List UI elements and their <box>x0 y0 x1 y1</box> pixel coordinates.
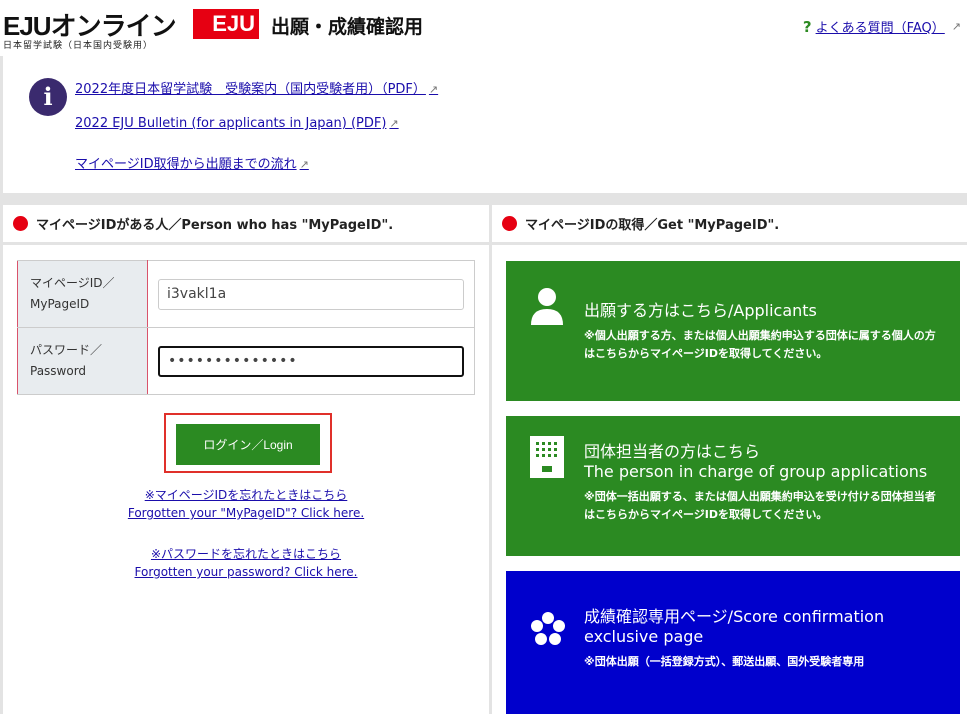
external-link-icon: ↗ <box>952 20 961 33</box>
red-dot-icon <box>502 216 517 231</box>
forgot-pw-link-wrap: ※パスワードを忘れたときはこちら Forgotten your password?… <box>3 545 489 581</box>
login-highlight: ログイン／Login <box>164 413 332 473</box>
forgot-password-link[interactable]: ※パスワードを忘れたときはこちら <box>151 547 341 561</box>
logo-subtitle: 日本留学試験（日本国内受験用） <box>3 38 153 51</box>
group-title-ja: 団体担当者の方はこちら <box>584 442 760 462</box>
mypageid-input[interactable]: i3vakl1a <box>158 279 464 310</box>
eju-logo[interactable]: EJUオンライン EJU 日本留学試験（日本国内受験用） <box>3 6 258 48</box>
person-icon <box>530 287 564 327</box>
guide-pdf-link[interactable]: 2022年度日本留学試験 受験案内（国内受験者用）（PDF）↗ <box>75 78 438 97</box>
get-id-heading: マイページIDの取得／Get "MyPageID". <box>492 205 967 245</box>
score-card[interactable]: 成績確認専用ページ/Score confirmation exclusive p… <box>506 571 960 714</box>
password-label: パスワード／Password <box>18 328 148 395</box>
faq-link-wrap: ? よくある質問（FAQ） ↗ <box>803 17 961 36</box>
score-title: 成績確認専用ページ/Score confirmation exclusive p… <box>584 607 914 647</box>
info-icon: i <box>29 78 67 116</box>
login-heading: マイページIDがある人／Person who has "MyPageID". <box>3 205 489 245</box>
logo-badge: EJU <box>193 9 259 39</box>
forgot-password-link-en[interactable]: Forgotten your password? Click here. <box>135 565 358 579</box>
group-card[interactable]: 団体担当者の方はこちら The person in charge of grou… <box>506 416 960 556</box>
group-note: ※団体一括出願する、または個人出願集約申込を受け付ける団体担当者はこちらからマイ… <box>584 488 944 524</box>
flow-link[interactable]: マイページID取得から出願までの流れ↗ <box>75 153 309 172</box>
header: EJUオンライン EJU 日本留学試験（日本国内受験用） 出願・成績確認用 ? … <box>0 0 967 56</box>
red-dot-icon <box>13 216 28 231</box>
login-panel: マイページIDがある人／Person who has "MyPageID". マ… <box>3 205 489 714</box>
faq-link[interactable]: よくある質問（FAQ） <box>816 17 945 36</box>
info-box: i 2022年度日本留学試験 受験案内（国内受験者用）（PDF）↗ 2022 E… <box>3 56 967 193</box>
group-title-en: The person in charge of group applicatio… <box>584 462 927 482</box>
applicants-note: ※個人出願する方、または個人出願集約申込する団体に属する個人の方はこちらからマイ… <box>584 327 944 363</box>
id-label: マイページID／MyPageID <box>18 261 148 328</box>
password-input[interactable]: •••••••••••••• <box>158 346 464 377</box>
get-id-panel: マイページIDの取得／Get "MyPageID". 出願する方はこちら/App… <box>492 205 967 714</box>
score-note: ※団体出願（一括登録方式）、郵送出願、国外受験者専用 <box>584 653 944 671</box>
bulletin-pdf-link[interactable]: 2022 EJU Bulletin (for applicants in Jap… <box>75 116 399 131</box>
login-form: マイページID／MyPageID i3vakl1a パスワード／Password… <box>17 260 475 395</box>
forgot-id-link[interactable]: ※マイページIDを忘れたときはこちら <box>145 488 348 502</box>
page-title: 出願・成績確認用 <box>271 12 423 39</box>
sakura-icon <box>530 611 566 647</box>
applicants-title: 出願する方はこちら/Applicants <box>584 301 817 321</box>
building-icon <box>530 436 564 478</box>
login-button[interactable]: ログイン／Login <box>176 424 320 465</box>
forgot-id-link-wrap: ※マイページIDを忘れたときはこちら Forgotten your "MyPage… <box>3 486 489 522</box>
question-icon: ? <box>803 18 812 36</box>
forgot-id-link-en[interactable]: Forgotten your "MyPageID"? Click here. <box>128 506 364 520</box>
applicants-card[interactable]: 出願する方はこちら/Applicants ※個人出願する方、または個人出願集約申… <box>506 261 960 401</box>
